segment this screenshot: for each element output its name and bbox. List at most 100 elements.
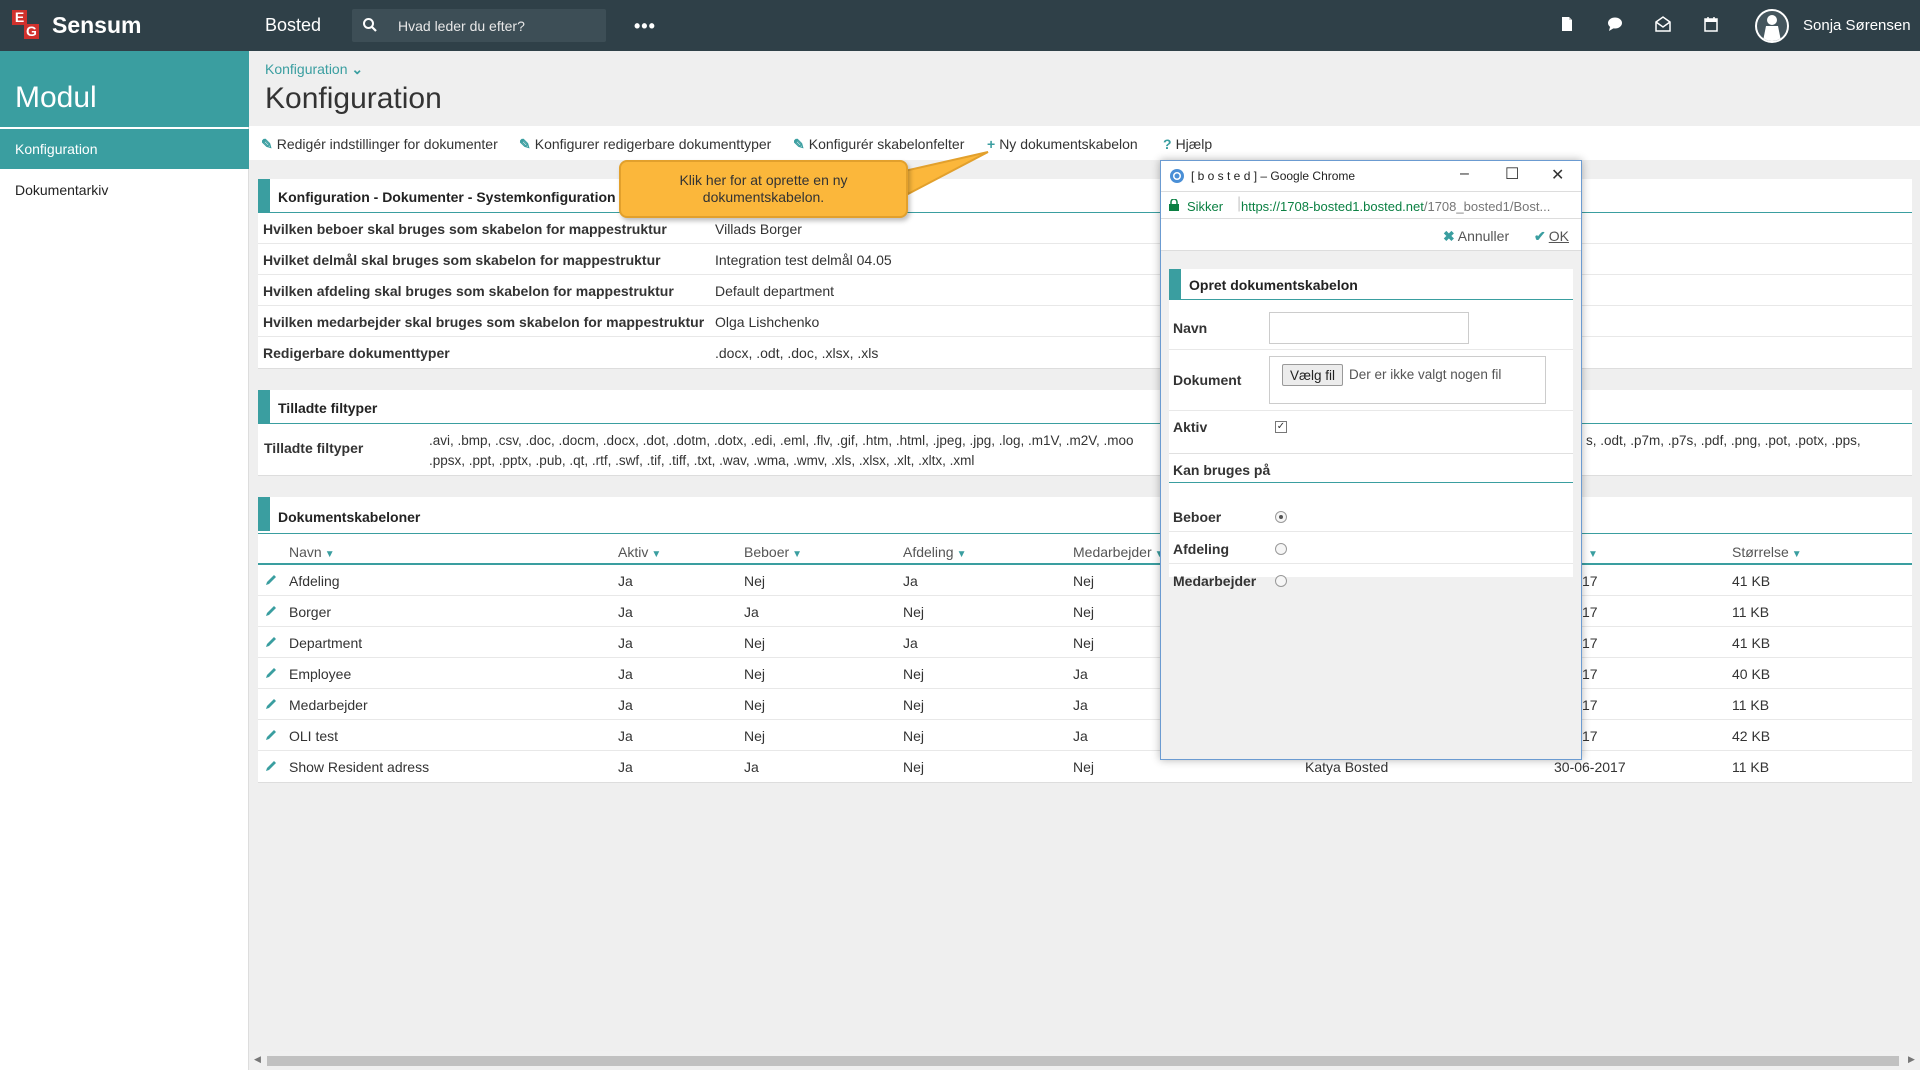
brand-name[interactable]: Sensum: [52, 12, 141, 39]
cell-beboer: Nej: [744, 635, 766, 651]
scrollbar-thumb[interactable]: [267, 1056, 1899, 1066]
usable-on-header: Kan bruges på: [1169, 453, 1573, 483]
horizontal-scrollbar[interactable]: ◀ ▶: [250, 1051, 1920, 1070]
divider: [1169, 349, 1573, 350]
divider: [1169, 531, 1573, 532]
chat-icon[interactable]: [1607, 16, 1623, 35]
table-row[interactable]: DepartmentJaNejJaNej6-201741 KB: [258, 627, 1912, 658]
eg-logo[interactable]: EG: [12, 10, 40, 40]
table-row[interactable]: AfdelingJaNejJaNej6-201741 KB: [258, 565, 1912, 596]
cell-owner: Katya Bosted: [1305, 759, 1389, 775]
cell-navn: Department: [289, 635, 363, 651]
column-header-afdeling[interactable]: Afdeling ▼: [903, 544, 967, 560]
cell-navn: OLI test: [289, 728, 339, 744]
sort-icon[interactable]: ▼: [1585, 544, 1598, 560]
popup-address-bar[interactable]: Sikker | https://1708-bosted1.bosted.net…: [1161, 191, 1581, 219]
cell-size: 42 KB: [1732, 728, 1771, 744]
mail-icon[interactable]: [1655, 16, 1671, 35]
name-input[interactable]: [1269, 312, 1469, 344]
app-name: Bosted: [265, 15, 322, 35]
ok-button[interactable]: ✔ OK: [1534, 228, 1569, 245]
edit-document-settings-button[interactable]: ✎ Redigér indstillinger for dokumenter: [261, 136, 498, 153]
column-header-medarbejder[interactable]: Medarbejder▼: [1073, 544, 1165, 560]
sidebar-item-dokumentarkiv[interactable]: Dokumentarkiv: [15, 182, 108, 198]
cell-aktiv: Ja: [618, 666, 633, 682]
divider: [1169, 563, 1573, 564]
popup-titlebar[interactable]: [ b o s t e d ] – Google Chrome – ☐ ✕: [1161, 161, 1581, 191]
cell-navn: Employee: [289, 666, 352, 682]
active-checkbox[interactable]: ✓: [1275, 421, 1287, 433]
column-header-navn[interactable]: Navn ▼: [289, 544, 335, 560]
cell-beboer: Nej: [744, 728, 766, 744]
search-box[interactable]: [352, 9, 606, 42]
module-title: Modul: [15, 81, 97, 114]
radio-medarbejder[interactable]: [1275, 575, 1287, 587]
more-menu-icon[interactable]: •••: [634, 16, 656, 37]
check-icon: ✔: [1534, 228, 1546, 244]
new-document-template-button[interactable]: + Ny dokumentskabelon: [987, 136, 1138, 152]
cell-medarbejder: Ja: [1073, 666, 1088, 682]
cancel-button[interactable]: ✖ Annuller: [1443, 228, 1509, 245]
config-row: Hvilket delmål skal bruges som skabelon …: [258, 244, 1912, 275]
cell-beboer: Nej: [744, 666, 766, 682]
calendar-icon[interactable]: [1703, 16, 1719, 35]
column-header-aktiv[interactable]: Aktiv ▼: [618, 544, 661, 560]
cell-afdeling: Nej: [903, 759, 925, 775]
table-row[interactable]: MedarbejderJaNejNejJa6-201711 KB: [258, 689, 1912, 720]
sidebar-item-konfiguration[interactable]: Konfiguration: [0, 129, 249, 169]
search-input[interactable]: [398, 15, 598, 37]
table-row[interactable]: EmployeeJaNejNejJa6-201740 KB: [258, 658, 1912, 689]
cell-navn: Medarbejder: [289, 697, 368, 713]
column-header-size[interactable]: Størrelse ▼: [1732, 544, 1802, 560]
cell-aktiv: Ja: [618, 728, 633, 744]
table-row[interactable]: BorgerJaJaNejNej6-201711 KB: [258, 596, 1912, 627]
minimize-icon[interactable]: –: [1460, 165, 1469, 183]
pencil-icon[interactable]: [264, 728, 278, 742]
cell-aktiv: Ja: [618, 604, 633, 620]
pencil-icon: ✎: [519, 136, 531, 152]
scroll-right-icon[interactable]: ▶: [1908, 1054, 1915, 1065]
config-row: Redigerbare dokumenttyper .docx, .odt, .d…: [263, 345, 879, 361]
pencil-icon[interactable]: [264, 666, 278, 680]
tooltip-pointer: [900, 151, 989, 196]
search-icon[interactable]: [362, 17, 378, 33]
pencil-icon[interactable]: [264, 573, 278, 587]
cell-afdeling: Nej: [903, 666, 925, 682]
column-header-beboer[interactable]: Beboer ▼: [744, 544, 802, 560]
cell-size: 40 KB: [1732, 666, 1771, 682]
cell-navn: Show Resident adress: [289, 759, 430, 775]
name-label: Navn: [1173, 320, 1208, 336]
pencil-icon: ✎: [261, 136, 273, 152]
scroll-left-icon[interactable]: ◀: [254, 1054, 261, 1065]
sort-icon: ▼: [1791, 549, 1802, 560]
user-avatar[interactable]: [1755, 9, 1789, 43]
breadcrumb[interactable]: Konfiguration ⌄: [265, 61, 363, 78]
form-header: Opret dokumentskabelon: [1169, 269, 1573, 300]
close-icon[interactable]: ✕: [1551, 165, 1564, 185]
table-row[interactable]: Show Resident adress Ja Ja Nej Nej Katya Bost…: [258, 751, 1912, 782]
cell-size: 41 KB: [1732, 635, 1771, 651]
file-status: Der er ikke valgt nogen fil: [1349, 367, 1502, 382]
help-button[interactable]: ? Hjælp: [1163, 136, 1212, 152]
sort-icon: ▼: [956, 549, 967, 560]
pencil-icon[interactable]: [264, 759, 278, 773]
cell-size: 11 KB: [1732, 759, 1770, 775]
pencil-icon[interactable]: [264, 697, 278, 711]
choose-file-button[interactable]: Vælg fil: [1282, 364, 1344, 386]
user-name[interactable]: Sonja Sørensen: [1803, 17, 1911, 34]
filetypes-panel: Tilladte filtyper Tilladte filtyper .avi…: [258, 390, 1912, 476]
document-icon[interactable]: [1559, 16, 1575, 35]
cell-navn: Borger: [289, 604, 332, 620]
option-label: Medarbejder: [1173, 573, 1257, 589]
pencil-icon[interactable]: [264, 604, 278, 618]
table-row[interactable]: OLI testJaNejNejJa8-201742 KB: [258, 720, 1912, 751]
maximize-icon[interactable]: ☐: [1505, 164, 1519, 184]
cell-size: 41 KB: [1732, 573, 1771, 589]
radio-beboer[interactable]: [1275, 511, 1287, 523]
pencil-icon[interactable]: [264, 635, 278, 649]
radio-afdeling[interactable]: [1275, 543, 1287, 555]
configure-editable-types-button[interactable]: ✎ Konfigurer redigerbare dokumenttyper: [519, 136, 771, 153]
popup-window: [ b o s t e d ] – Google Chrome – ☐ ✕ Si…: [1160, 160, 1582, 760]
cell-medarbejder: Nej: [1073, 635, 1095, 651]
config-row: Hvilken medarbejder skal bruges som skab…: [258, 306, 1912, 337]
